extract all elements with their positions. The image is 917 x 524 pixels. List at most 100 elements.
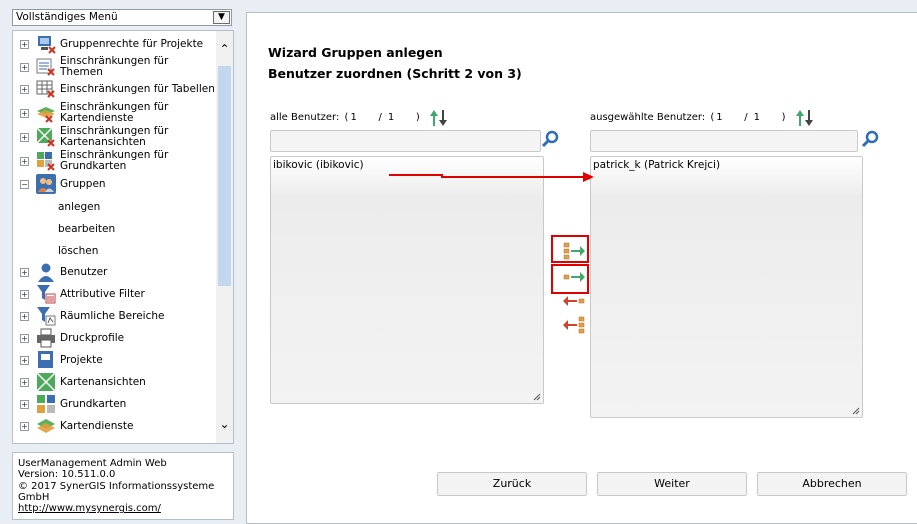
tree-item-restrict-mapservices[interactable]: + Einschränkungen für Kartendienste xyxy=(13,102,217,124)
tree-item-label: Räumliche Bereiche xyxy=(60,310,165,322)
expand-icon[interactable]: + xyxy=(20,109,29,118)
tree-item-label: Gruppen xyxy=(60,178,106,190)
tree-item-label: Kartendienste xyxy=(60,420,134,432)
tree-item-label: Grundkarten xyxy=(60,398,127,410)
tree-item-restrict-tables[interactable]: + Einschränkungen für Tabellen xyxy=(13,79,217,101)
highlight-box xyxy=(551,264,589,294)
projects-icon xyxy=(38,351,53,368)
resize-grip-icon[interactable] xyxy=(533,393,541,401)
expand-icon[interactable]: + xyxy=(20,422,29,431)
user-icon xyxy=(38,263,54,282)
expand-icon[interactable]: + xyxy=(20,312,29,321)
search-icon[interactable] xyxy=(541,130,559,148)
tree-item-projects[interactable]: + Projekte xyxy=(13,350,217,372)
tree-item-map-views[interactable]: + Kartenansichten xyxy=(13,372,217,394)
attribute-filter-icon xyxy=(37,285,56,304)
tree-item-label: Einschränkungen für Tabellen xyxy=(60,83,215,95)
tree-item-spatial-areas[interactable]: + Räumliche Bereiche xyxy=(13,306,217,328)
navigation-panel: Vollständiges Menü ▼ + Gruppenrechte für… xyxy=(0,0,240,524)
cancel-button[interactable]: Abbrechen xyxy=(757,472,907,496)
tree-item-label: Projekte xyxy=(60,354,103,366)
chevron-up-icon[interactable]: ⌃ xyxy=(216,41,233,58)
scroll-thumb[interactable] xyxy=(218,66,231,286)
tree-item-label: Attributive Filter xyxy=(60,288,145,300)
tree-item-label: Benutzer xyxy=(60,266,108,278)
wizard-step: Benutzer zuordnen (Schritt 2 von 3) xyxy=(268,66,522,81)
restriction-topics-icon xyxy=(36,58,55,76)
expand-icon[interactable]: + xyxy=(20,356,29,365)
selected-users-page[interactable]: 1 xyxy=(714,112,744,123)
about-box: UserManagement Admin Web Version: 10.511… xyxy=(12,452,234,520)
expand-icon[interactable]: + xyxy=(20,40,29,49)
map-services-icon xyxy=(37,419,55,433)
wizard-title: Wizard Gruppen anlegen xyxy=(268,45,443,60)
expand-icon[interactable]: + xyxy=(20,334,29,343)
tree-item-label: Einschränkungen für Grundkarten xyxy=(60,149,169,172)
search-icon[interactable] xyxy=(861,130,879,148)
expand-icon[interactable]: + xyxy=(20,157,29,166)
expand-icon[interactable]: + xyxy=(20,268,29,277)
tree-item-users[interactable]: + Benutzer xyxy=(13,262,217,284)
all-users-total: 1 xyxy=(387,112,395,123)
all-users-list[interactable]: ibikovic (ibikovic) xyxy=(270,156,544,404)
all-users-label: alle Benutzer: xyxy=(270,112,340,123)
collapse-icon[interactable]: − xyxy=(20,180,29,189)
resize-grip-icon[interactable] xyxy=(852,407,860,415)
expand-icon[interactable]: + xyxy=(20,290,29,299)
tree-item-label: Druckprofile xyxy=(60,332,125,344)
tree-item-label: Kartenansichten xyxy=(60,376,146,388)
tree-item-print-profiles[interactable]: + Druckprofile xyxy=(13,328,217,350)
chevron-down-icon[interactable]: ▼ xyxy=(213,11,230,24)
app-name: UserManagement Admin Web xyxy=(18,458,167,469)
list-item[interactable]: patrick_k (Patrick Krejci) xyxy=(593,159,860,171)
wizard-panel: Wizard Gruppen anlegen Benutzer zuordnen… xyxy=(246,12,917,524)
annotation-arrow xyxy=(389,172,594,182)
next-button[interactable]: Weiter xyxy=(597,472,747,496)
tree-item-groups[interactable]: − Gruppen xyxy=(13,174,217,196)
app-version: Version: 10.511.0.0 xyxy=(18,469,116,481)
menu-select-value: Vollständiges Menü xyxy=(16,11,118,23)
group-rights-icon xyxy=(38,36,56,54)
expand-icon[interactable]: + xyxy=(20,378,29,387)
all-users-search-input[interactable] xyxy=(270,130,541,152)
restriction-mapservices-icon xyxy=(37,107,55,123)
tree-item-restrict-topics[interactable]: + Einschränkungen für Themen xyxy=(13,56,217,78)
copyright: © 2017 SynerGIS Informationssysteme GmbH xyxy=(18,480,215,503)
selected-users-header: ausgewählte Benutzer: (1/1) xyxy=(590,112,786,123)
expand-icon[interactable]: + xyxy=(20,400,29,409)
tree-item-basemaps[interactable]: + Grundkarten xyxy=(13,394,217,416)
tree-item-restrict-mapviews[interactable]: + Einschränkungen für Kartenansichten xyxy=(13,126,217,148)
remove-selected-button[interactable] xyxy=(562,291,586,311)
tree-scrollbar[interactable]: ⌃ ⌄ xyxy=(216,31,233,443)
tree-item-label: Gruppenrechte für Projekte xyxy=(60,38,204,50)
website-link[interactable]: http://www.mysynergis.com/ xyxy=(18,503,161,514)
all-users-header: alle Benutzer: (1/1) xyxy=(270,112,420,123)
all-users-page[interactable]: 1 xyxy=(348,112,378,123)
tree-subitem-create[interactable]: anlegen xyxy=(58,201,100,213)
expand-icon[interactable]: + xyxy=(20,85,29,94)
menu-tree: + Gruppenrechte für Projekte + Einschrän… xyxy=(12,30,234,444)
remove-all-button[interactable] xyxy=(562,315,586,335)
tree-item-map-services[interactable]: + Kartendienste xyxy=(13,416,217,438)
sort-icon[interactable] xyxy=(795,109,815,127)
tree-item-restrict-basemaps[interactable]: + Einschränkungen für Grundkarten xyxy=(13,150,217,172)
chevron-down-icon[interactable]: ⌄ xyxy=(216,416,233,433)
restriction-basemaps-icon xyxy=(37,152,55,171)
groups-icon xyxy=(36,174,56,194)
selected-users-list[interactable]: patrick_k (Patrick Krejci) xyxy=(590,156,863,418)
selected-users-total: 1 xyxy=(753,112,761,123)
menu-select[interactable]: Vollständiges Menü ▼ xyxy=(12,9,232,26)
tree-subitem-edit[interactable]: bearbeiten xyxy=(58,223,115,235)
selected-users-search-input[interactable] xyxy=(590,130,858,152)
expand-icon[interactable]: + xyxy=(20,133,29,142)
tree-item-label: Einschränkungen für Kartendienste xyxy=(60,101,169,124)
basemaps-icon xyxy=(37,395,55,413)
back-button[interactable]: Zurück xyxy=(437,472,587,496)
sort-icon[interactable] xyxy=(429,109,449,127)
tree-subitem-delete[interactable]: löschen xyxy=(58,245,98,257)
tree-item-attribute-filter[interactable]: + Attributive Filter xyxy=(13,284,217,306)
tree-item-group-rights[interactable]: + Gruppenrechte für Projekte xyxy=(13,34,217,56)
restriction-mapviews-icon xyxy=(36,127,55,147)
highlight-box xyxy=(551,235,589,263)
expand-icon[interactable]: + xyxy=(20,63,29,72)
